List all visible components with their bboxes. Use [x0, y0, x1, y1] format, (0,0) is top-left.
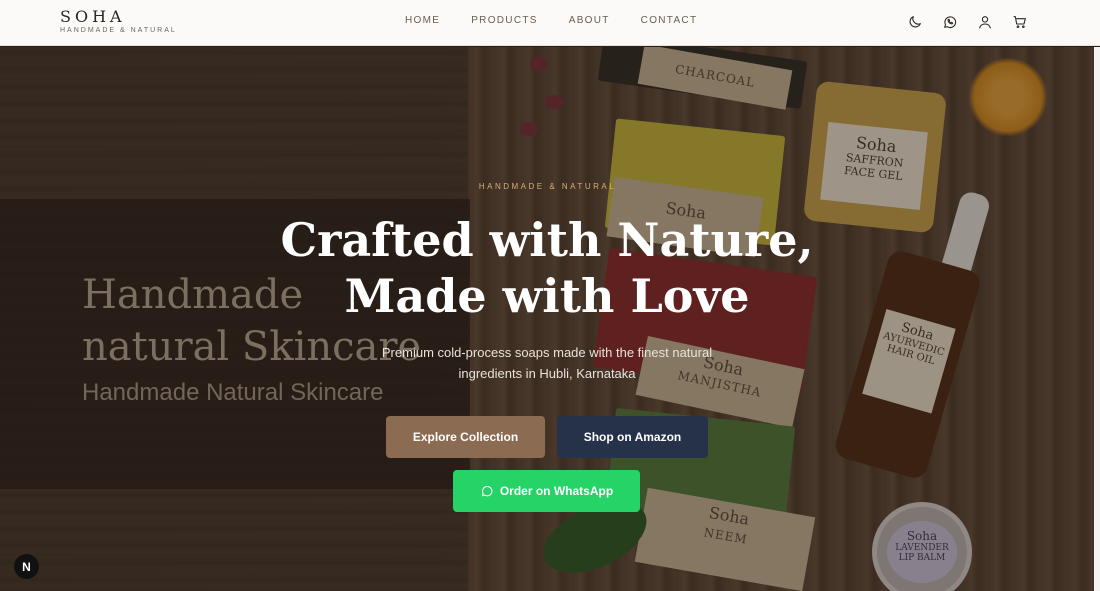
moon-icon[interactable] [905, 12, 925, 32]
whatsapp-icon[interactable] [940, 12, 960, 32]
user-icon[interactable] [975, 12, 995, 32]
main-nav: HOME PRODUCTS ABOUT CONTACT [405, 15, 728, 26]
brand-logo[interactable]: SOHA HANDMADE & NATURAL [60, 7, 177, 35]
nav-contact[interactable]: CONTACT [641, 15, 698, 26]
site-header: SOHA HANDMADE & NATURAL HOME PRODUCTS AB… [0, 0, 1100, 46]
order-on-whatsapp-button[interactable]: Order on WhatsApp [453, 470, 640, 512]
brand-tagline: HANDMADE & NATURAL [60, 27, 177, 34]
whatsapp-button-label: Order on WhatsApp [499, 484, 614, 498]
nav-home[interactable]: HOME [405, 15, 440, 26]
header-actions [890, 12, 1030, 32]
nav-products[interactable]: PRODUCTS [471, 15, 538, 26]
headline-line1: Crafted with Nature, [280, 213, 814, 267]
headline-line2: Made with Love [344, 269, 750, 323]
hero-eyebrow: HANDMADE & NATURAL [478, 182, 617, 191]
whatsapp-icon [481, 486, 493, 497]
hero-headline: Crafted with Nature, Made with Love [270, 212, 824, 324]
hero-section: Handmade natural Skincare Handmade Natur… [0, 47, 1094, 591]
hero-subtext: Premium cold-process soaps made with the… [381, 345, 713, 381]
shop-on-amazon-button[interactable]: Shop on Amazon [557, 416, 708, 458]
brand-name: SOHA [60, 7, 126, 26]
nav-about[interactable]: ABOUT [569, 15, 610, 26]
explore-collection-button[interactable]: Explore Collection [386, 416, 545, 458]
cart-icon[interactable] [1010, 12, 1030, 32]
dev-badge[interactable]: N [14, 554, 39, 579]
scrollbar-track[interactable] [1094, 47, 1100, 591]
